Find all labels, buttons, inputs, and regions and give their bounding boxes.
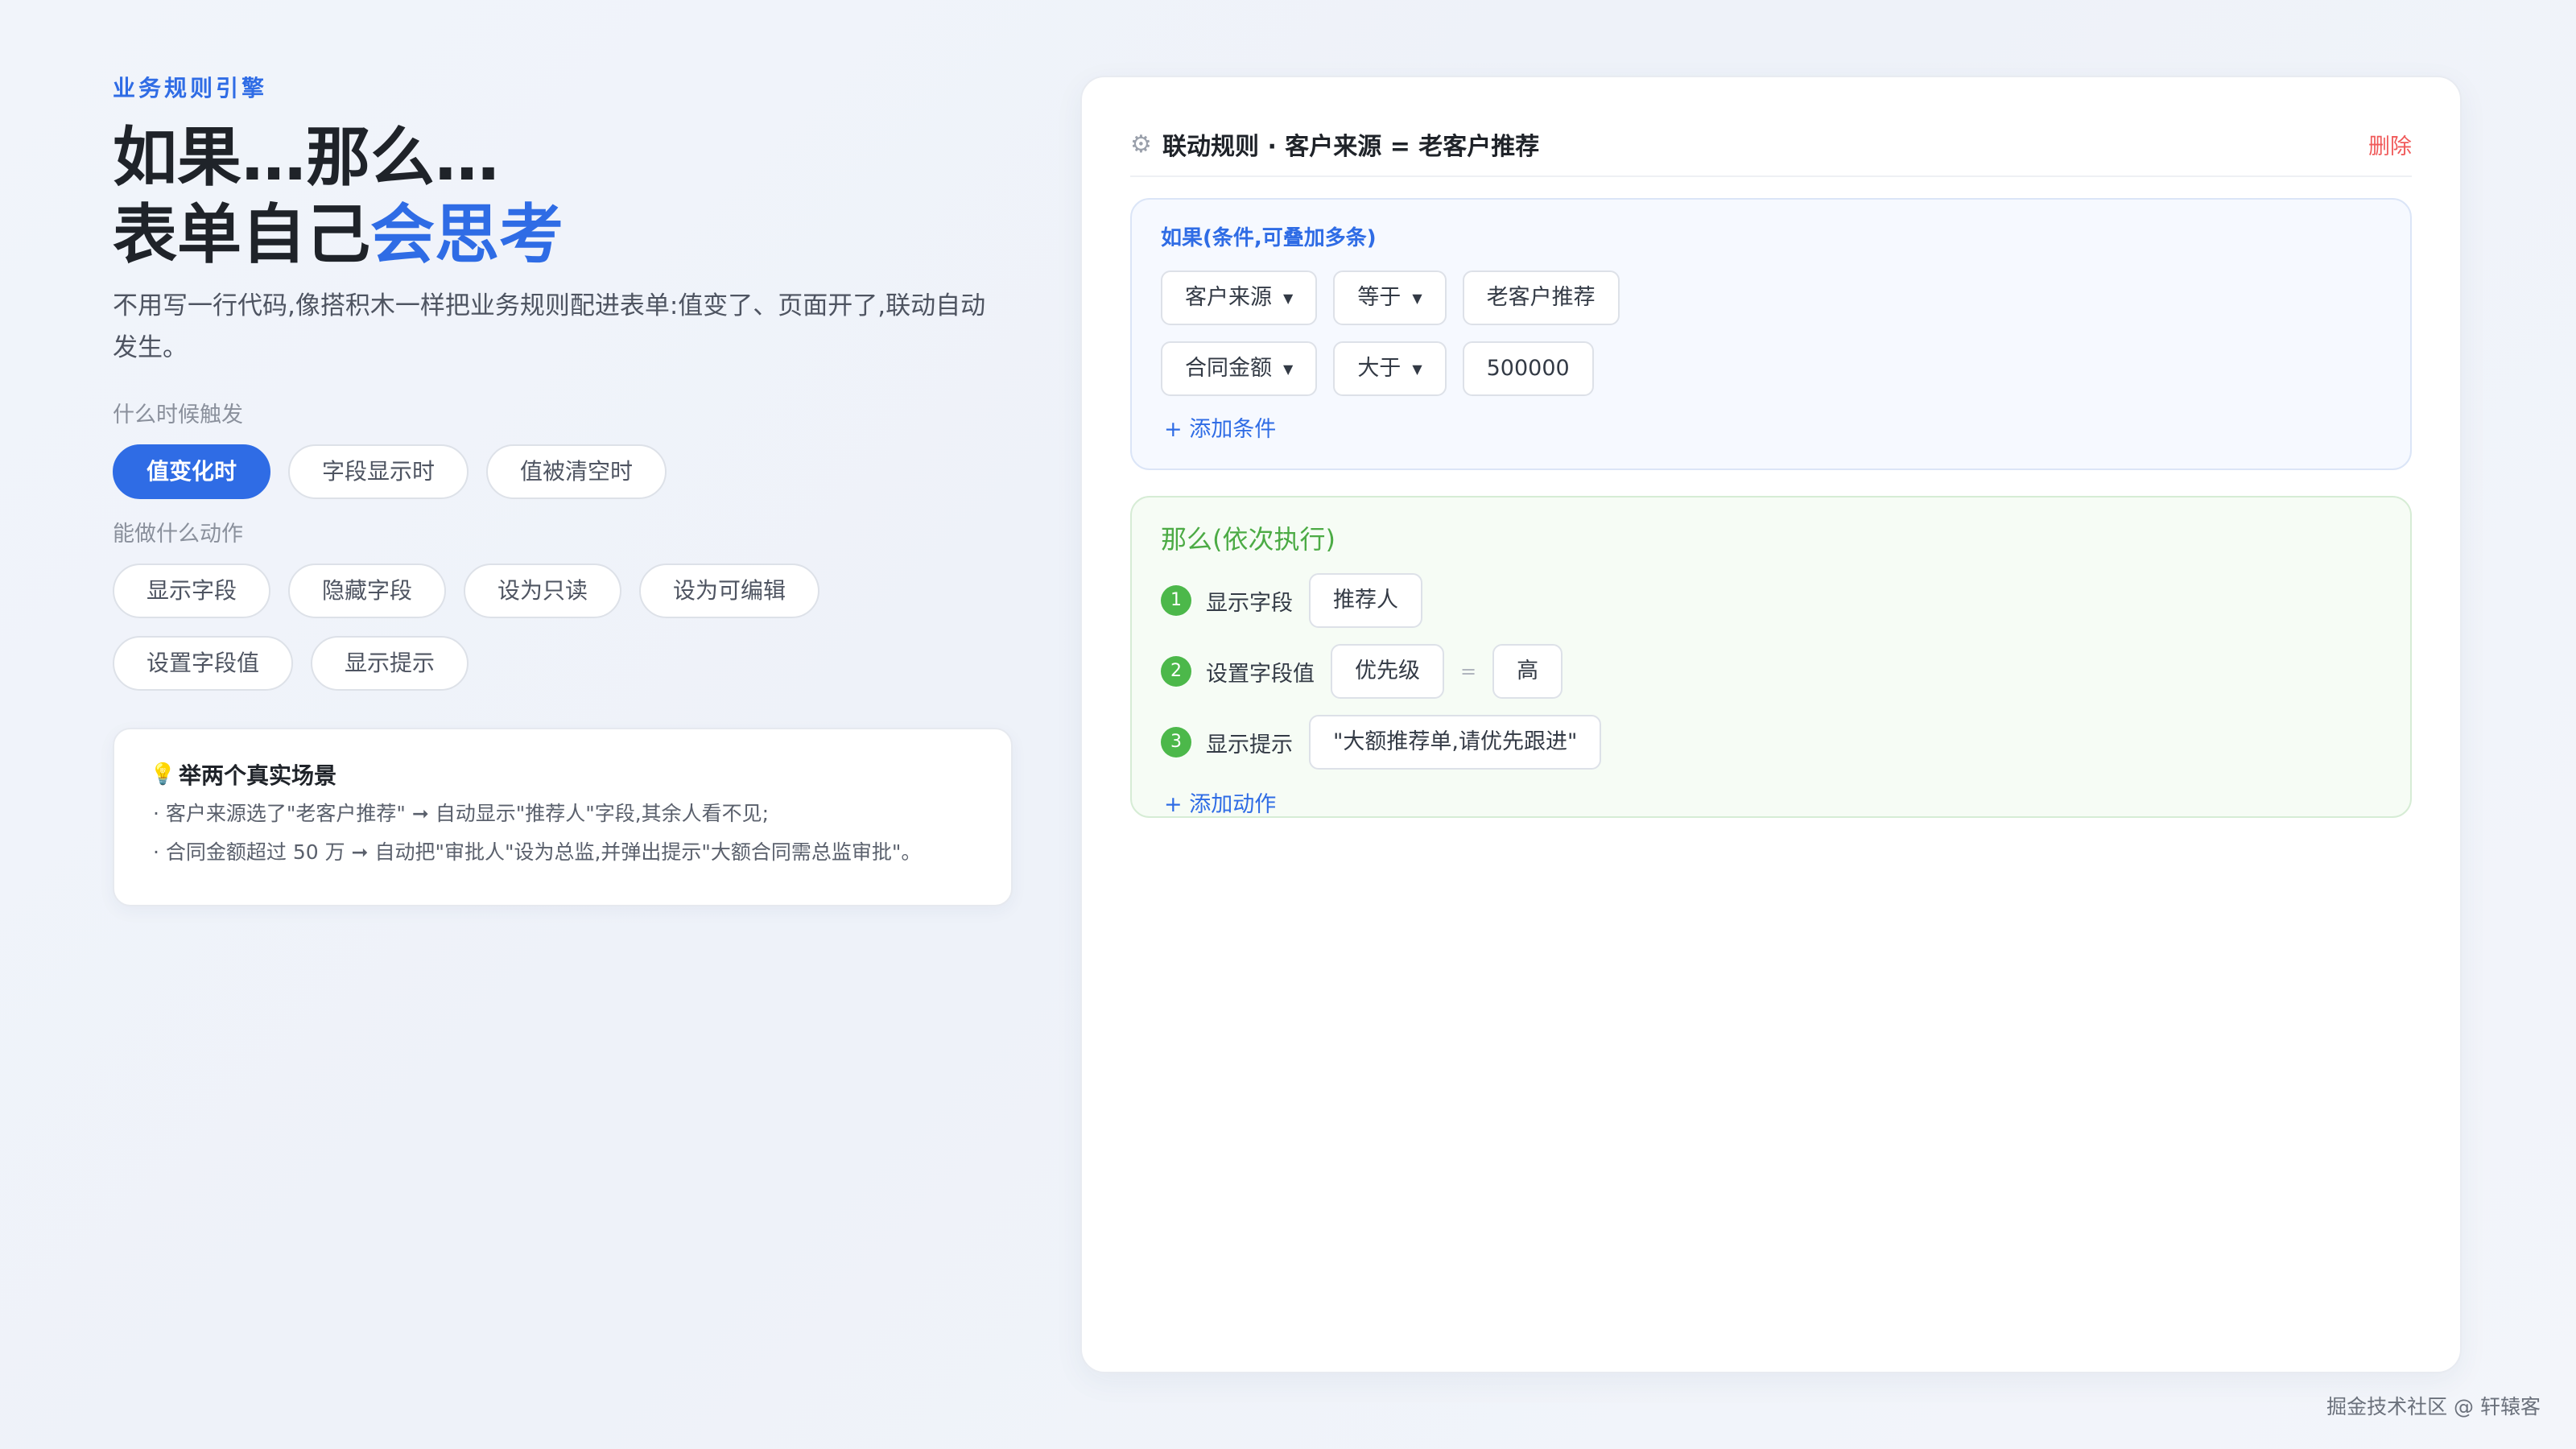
lightbulb-icon: 💡	[150, 762, 176, 786]
condition-field-select[interactable]: 合同金额 ▼	[1161, 341, 1318, 396]
action-row: 1 显示字段 推荐人	[1161, 573, 2381, 628]
action-group-label: 能做什么动作	[113, 522, 243, 547]
title-accent: 会思考	[370, 197, 564, 272]
action-row: 3 显示提示 "大额推荐单,请优先跟进"	[1161, 715, 2381, 770]
condition-row: 客户来源 ▼ 等于 ▼ 老客户推荐	[1161, 270, 2381, 325]
action-chip-readonly[interactable]: 设为只读	[464, 564, 622, 618]
trigger-chip-value-change[interactable]: 值变化时	[113, 444, 271, 499]
condition-field-value: 客户来源	[1185, 285, 1272, 310]
condition-field-select[interactable]: 客户来源 ▼	[1161, 270, 1318, 325]
action-type-label: 设置字段值	[1206, 661, 1315, 687]
then-section-title: 那么(依次执行)	[1161, 524, 1335, 555]
condition-value-input[interactable]: 500000	[1462, 341, 1594, 396]
add-action-button[interactable]: + 添加动作	[1161, 789, 2381, 821]
hint-text-input[interactable]: "大额推荐单,请优先跟进"	[1309, 715, 1602, 770]
title-prefix: 表单自己	[113, 197, 370, 272]
scenario-card: 💡 举两个真实场景 · 客户来源选了"老客户推荐" ➞ 自动显示"推荐人"字段,…	[113, 728, 1013, 906]
step-number-badge: 1	[1161, 585, 1191, 616]
equals-sign: =	[1460, 660, 1477, 683]
action-value-input[interactable]: 高	[1492, 644, 1563, 699]
page-description: 不用写一行代码,像搭积木一样把业务规则配进表单:值变了、页面开了,联动自动发生。	[113, 291, 986, 362]
caret-down-icon: ▼	[1283, 290, 1294, 306]
scenario-line-2: · 合同金额超过 50 万 ➞ 自动把"审批人"设为总监,并弹出提示"大额合同需…	[153, 840, 922, 864]
rule-title: 联动规则 · 客户来源 = 老客户推荐	[1162, 133, 1540, 161]
action-target-field[interactable]: 推荐人	[1309, 573, 1422, 628]
condition-operator-value: 等于	[1357, 285, 1402, 310]
condition-field-value: 合同金额	[1185, 356, 1272, 381]
then-section: 那么(依次执行) 1 显示字段 推荐人 2 设置字段值 优先级 = 高 3 显示…	[1130, 496, 2412, 818]
caret-down-icon: ▼	[1412, 290, 1422, 306]
gear-icon: ⚙	[1130, 130, 1152, 159]
step-number-badge: 2	[1161, 656, 1191, 687]
condition-operator-value: 大于	[1357, 356, 1402, 381]
title-line-1: 如果…那么…	[113, 120, 499, 195]
title-line-2: 表单自己会思考	[113, 196, 1014, 274]
if-section: 如果(条件,可叠加多条) 客户来源 ▼ 等于 ▼ 老客户推荐 合同金额 ▼ 大于 ▼ 5…	[1130, 198, 2412, 470]
condition-operator-select[interactable]: 等于 ▼	[1333, 270, 1447, 325]
add-condition-button[interactable]: + 添加条件	[1161, 414, 2381, 446]
trigger-chips: 值变化时 字段显示时 值被清空时	[113, 444, 1014, 499]
trigger-chip-value-cleared[interactable]: 值被清空时	[486, 444, 667, 499]
action-type-label: 显示字段	[1206, 590, 1293, 616]
action-row: 2 设置字段值 优先级 = 高	[1161, 644, 2381, 699]
caret-down-icon: ▼	[1412, 361, 1422, 377]
action-chip-show-field[interactable]: 显示字段	[113, 564, 271, 618]
page-title: 如果…那么… 表单自己会思考	[113, 119, 1014, 274]
footer-credit: 掘金技术社区 @ 轩辕客	[2326, 1395, 2541, 1418]
step-number-badge: 3	[1161, 727, 1191, 758]
intro-column: 业务规则引擎 如果…那么… 表单自己会思考 不用写一行代码,像搭积木一样把业务规…	[113, 72, 1014, 906]
action-type-label: 显示提示	[1206, 732, 1293, 758]
scenario-title-text: 举两个真实场景	[179, 762, 337, 789]
scenario-line-1: · 客户来源选了"老客户推荐" ➞ 自动显示"推荐人"字段,其余人看不见;	[153, 802, 770, 825]
action-chip-hide-field[interactable]: 隐藏字段	[288, 564, 447, 618]
condition-operator-select[interactable]: 大于 ▼	[1333, 341, 1447, 396]
eyebrow-label: 业务规则引擎	[113, 75, 268, 101]
action-chip-editable[interactable]: 设为可编辑	[639, 564, 820, 618]
caret-down-icon: ▼	[1283, 361, 1294, 377]
action-target-field[interactable]: 优先级	[1331, 644, 1444, 699]
rule-panel: ⚙ 联动规则 · 客户来源 = 老客户推荐 删除 如果(条件,可叠加多条) 客户…	[1080, 76, 2462, 1373]
rule-header: ⚙ 联动规则 · 客户来源 = 老客户推荐 删除	[1130, 113, 2412, 177]
trigger-chip-field-show[interactable]: 字段显示时	[288, 444, 469, 499]
condition-value-input[interactable]: 老客户推荐	[1462, 270, 1620, 325]
trigger-group-label: 什么时候触发	[113, 402, 243, 427]
if-section-title: 如果(条件,可叠加多条)	[1161, 226, 1377, 250]
action-chips: 显示字段 隐藏字段 设为只读 设为可编辑 设置字段值 显示提示	[113, 564, 1014, 691]
scenario-title: 💡 举两个真实场景	[150, 758, 976, 791]
action-chip-set-value[interactable]: 设置字段值	[113, 636, 294, 691]
delete-rule-button[interactable]: 删除	[2368, 129, 2412, 160]
condition-row: 合同金额 ▼ 大于 ▼ 500000	[1161, 341, 2381, 396]
action-chip-show-hint[interactable]: 显示提示	[311, 636, 469, 691]
